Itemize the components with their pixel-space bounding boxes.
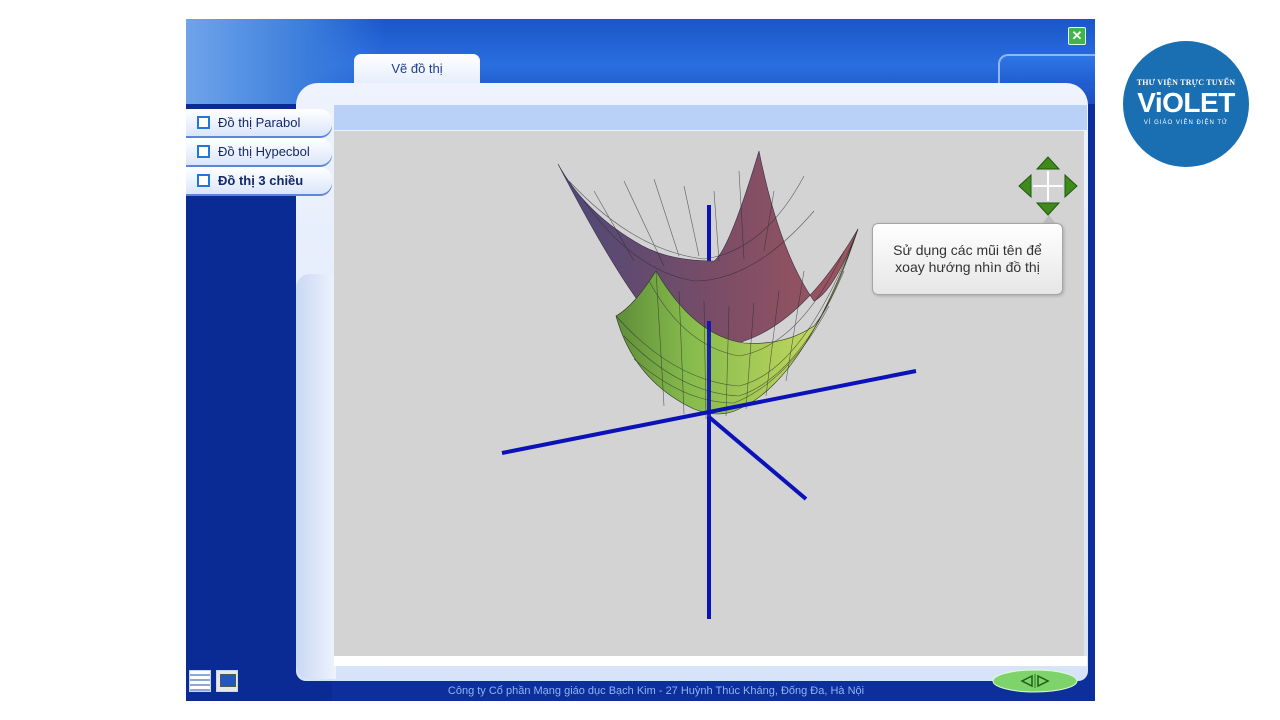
app-window: ✕ Vẽ đồ thị Đồ thị Parabol Đồ thị Hypecb…: [186, 19, 1095, 701]
monitor-icon[interactable]: [216, 670, 238, 692]
viewer-toolbar: [334, 105, 1087, 130]
close-button[interactable]: ✕: [1068, 27, 1086, 45]
checkbox-icon: [197, 145, 210, 158]
arrow-down-icon[interactable]: [1035, 202, 1061, 216]
tab-ve-do-thi[interactable]: Vẽ đồ thị: [354, 54, 480, 83]
y-axis: [707, 415, 808, 501]
violet-logo: THƯ VIỆN TRỰC TUYẾN ViOLET VÌ GIÁO VIÊN …: [1123, 41, 1249, 167]
checkbox-icon: [197, 174, 210, 187]
arrow-left-icon[interactable]: [1018, 173, 1032, 199]
tab-decoration: [998, 54, 1095, 85]
sidebar-item-parabol[interactable]: Đồ thị Parabol: [186, 109, 332, 136]
rotate-arrows-icon[interactable]: [1017, 155, 1079, 217]
sidebar-item-hypecbol[interactable]: Đồ thị Hypecbol: [186, 138, 332, 165]
logo-sub-text: VÌ GIÁO VIÊN ĐIỆN TỬ: [1143, 120, 1229, 126]
logo-top-text: THƯ VIỆN TRỰC TUYẾN: [1136, 78, 1236, 87]
footer-company: Công ty Cổ phần Mạng giáo dục Bạch Kim -…: [447, 685, 865, 697]
bottom-left-tools: [189, 670, 238, 692]
list-view-icon[interactable]: [189, 670, 211, 692]
sidebar-item-label: Đồ thị Parabol: [218, 115, 301, 130]
rotate-hint-tooltip: Sử dụng các mũi tên để xoay hướng nhìn đ…: [872, 223, 1063, 295]
arrow-up-icon[interactable]: [1035, 156, 1061, 170]
frame-lip: [296, 274, 336, 679]
arrow-right-icon[interactable]: [1064, 173, 1078, 199]
sidebar: Đồ thị Parabol Đồ thị Hypecbol Đồ thị 3 …: [186, 109, 332, 196]
checkbox-icon: [197, 116, 210, 129]
graph-viewport[interactable]: Sử dụng các mũi tên để xoay hướng nhìn đ…: [334, 131, 1084, 656]
footer-nav-buttons: [992, 669, 1078, 693]
sidebar-item-3d[interactable]: Đồ thị 3 chiều: [186, 167, 332, 194]
surface-plot[interactable]: [334, 131, 1084, 656]
logo-main-text: ViOLET: [1137, 87, 1235, 118]
sidebar-item-label: Đồ thị Hypecbol: [218, 144, 310, 159]
stage-bottom-edge: [334, 656, 1087, 666]
sidebar-item-label: Đồ thị 3 chiều: [218, 173, 304, 188]
